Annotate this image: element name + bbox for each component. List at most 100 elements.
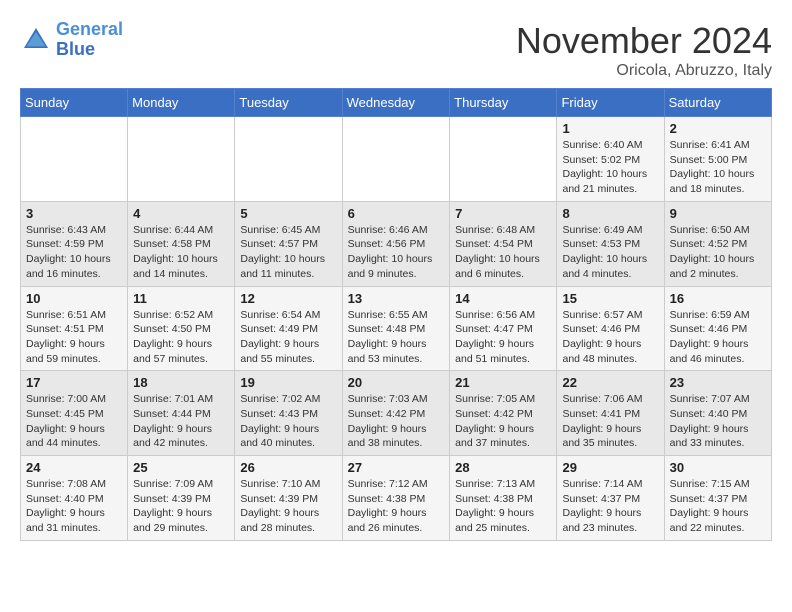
day-cell-w1-d3 — [342, 117, 450, 202]
day-cell-w3-d0: 10Sunrise: 6:51 AM Sunset: 4:51 PM Dayli… — [21, 286, 128, 371]
day-cell-w5-d1: 25 Sunrise: 7:09 AM Sunset: 4:39 PM Dayli… — [128, 456, 235, 541]
day-number: 8 — [562, 206, 658, 221]
header-tuesday: Tuesday — [235, 89, 342, 117]
day-number: 14 — [455, 291, 551, 306]
day-cell-w3-d1: 11Sunrise: 6:52 AM Sunset: 4:50 PM Dayli… — [128, 286, 235, 371]
week-row-4: 17 Sunrise: 7:00 AM Sunset: 4:45 PM Dayli… — [21, 371, 772, 456]
week-row-2: 3 Sunrise: 6:43 AM Sunset: 4:59 PM Daylig… — [21, 201, 772, 286]
week-row-5: 24 Sunrise: 7:08 AM Sunset: 4:40 PM Dayli… — [21, 456, 772, 541]
logo: General Blue — [20, 20, 123, 60]
header-monday: Monday — [128, 89, 235, 117]
day-cell-w1-d5: 1Sunrise: 6:40 AM Sunset: 5:02 PM Daylig… — [557, 117, 664, 202]
calendar-table: Sunday Monday Tuesday Wednesday Thursday… — [20, 88, 772, 541]
day-number: 15 — [562, 291, 658, 306]
day-cell-w5-d0: 24 Sunrise: 7:08 AM Sunset: 4:40 PM Dayli… — [21, 456, 128, 541]
header-sunday: Sunday — [21, 89, 128, 117]
day-cell-w2-d3: 6 Sunrise: 6:46 AM Sunset: 4:56 PM Daylig… — [342, 201, 450, 286]
day-detail: Sunrise: 7:07 AM Sunset: 4:40 PM Dayligh… — [670, 392, 766, 451]
logo-text: General Blue — [56, 20, 123, 60]
day-number: 19 — [240, 375, 336, 390]
day-number: 22 — [562, 375, 658, 390]
day-cell-w2-d0: 3 Sunrise: 6:43 AM Sunset: 4:59 PM Daylig… — [21, 201, 128, 286]
day-detail: Sunrise: 6:57 AM Sunset: 4:46 PM Dayligh… — [562, 308, 658, 367]
day-number: 4 — [133, 206, 229, 221]
day-cell-w1-d6: 2Sunrise: 6:41 AM Sunset: 5:00 PM Daylig… — [664, 117, 771, 202]
day-number: 5 — [240, 206, 336, 221]
day-detail: Sunrise: 7:14 AM Sunset: 4:37 PM Dayligh… — [562, 477, 658, 536]
day-cell-w4-d5: 22 Sunrise: 7:06 AM Sunset: 4:41 PM Dayli… — [557, 371, 664, 456]
calendar-header: Sunday Monday Tuesday Wednesday Thursday… — [21, 89, 772, 117]
logo-line2: Blue — [56, 39, 95, 59]
day-cell-w2-d2: 5 Sunrise: 6:45 AM Sunset: 4:57 PM Daylig… — [235, 201, 342, 286]
day-number: 30 — [670, 460, 766, 475]
day-detail: Sunrise: 7:08 AM Sunset: 4:40 PM Dayligh… — [26, 477, 122, 536]
day-number: 28 — [455, 460, 551, 475]
day-number: 17 — [26, 375, 122, 390]
day-cell-w4-d6: 23 Sunrise: 7:07 AM Sunset: 4:40 PM Dayli… — [664, 371, 771, 456]
logo-line1: General — [56, 19, 123, 39]
day-cell-w5-d3: 27Sunrise: 7:12 AM Sunset: 4:38 PM Dayli… — [342, 456, 450, 541]
day-number: 7 — [455, 206, 551, 221]
day-cell-w3-d2: 12 Sunrise: 6:54 AM Sunset: 4:49 PM Dayli… — [235, 286, 342, 371]
day-cell-w1-d0 — [21, 117, 128, 202]
day-cell-w3-d6: 16Sunrise: 6:59 AM Sunset: 4:46 PM Dayli… — [664, 286, 771, 371]
day-detail: Sunrise: 7:03 AM Sunset: 4:42 PM Dayligh… — [348, 392, 445, 451]
day-cell-w4-d3: 20 Sunrise: 7:03 AM Sunset: 4:42 PM Dayli… — [342, 371, 450, 456]
day-cell-w1-d4 — [450, 117, 557, 202]
day-detail: Sunrise: 6:50 AM Sunset: 4:52 PM Dayligh… — [670, 223, 766, 282]
day-detail: Sunrise: 6:48 AM Sunset: 4:54 PM Dayligh… — [455, 223, 551, 282]
day-cell-w4-d1: 18 Sunrise: 7:01 AM Sunset: 4:44 PM Dayli… — [128, 371, 235, 456]
day-number: 26 — [240, 460, 336, 475]
day-detail: Sunrise: 7:05 AM Sunset: 4:42 PM Dayligh… — [455, 392, 551, 451]
day-cell-w3-d5: 15 Sunrise: 6:57 AM Sunset: 4:46 PM Dayli… — [557, 286, 664, 371]
day-detail: Sunrise: 7:01 AM Sunset: 4:44 PM Dayligh… — [133, 392, 229, 451]
day-detail: Sunrise: 6:41 AM Sunset: 5:00 PM Dayligh… — [670, 138, 766, 197]
location: Oricola, Abruzzo, Italy — [516, 62, 772, 80]
day-number: 10 — [26, 291, 122, 306]
week-row-1: 1Sunrise: 6:40 AM Sunset: 5:02 PM Daylig… — [21, 117, 772, 202]
weekday-header-row: Sunday Monday Tuesday Wednesday Thursday… — [21, 89, 772, 117]
day-number: 27 — [348, 460, 445, 475]
day-detail: Sunrise: 7:09 AM Sunset: 4:39 PM Dayligh… — [133, 477, 229, 536]
day-detail: Sunrise: 6:46 AM Sunset: 4:56 PM Dayligh… — [348, 223, 445, 282]
day-number: 29 — [562, 460, 658, 475]
logo-icon — [20, 24, 52, 56]
day-cell-w4-d0: 17 Sunrise: 7:00 AM Sunset: 4:45 PM Dayli… — [21, 371, 128, 456]
day-detail: Sunrise: 7:00 AM Sunset: 4:45 PM Dayligh… — [26, 392, 122, 451]
day-cell-w4-d4: 21Sunrise: 7:05 AM Sunset: 4:42 PM Dayli… — [450, 371, 557, 456]
day-number: 20 — [348, 375, 445, 390]
header-wednesday: Wednesday — [342, 89, 450, 117]
day-detail: Sunrise: 6:44 AM Sunset: 4:58 PM Dayligh… — [133, 223, 229, 282]
day-detail: Sunrise: 6:43 AM Sunset: 4:59 PM Dayligh… — [26, 223, 122, 282]
header-saturday: Saturday — [664, 89, 771, 117]
day-cell-w1-d2 — [235, 117, 342, 202]
day-number: 3 — [26, 206, 122, 221]
day-number: 12 — [240, 291, 336, 306]
day-detail: Sunrise: 7:02 AM Sunset: 4:43 PM Dayligh… — [240, 392, 336, 451]
day-cell-w5-d6: 30 Sunrise: 7:15 AM Sunset: 4:37 PM Dayli… — [664, 456, 771, 541]
day-number: 18 — [133, 375, 229, 390]
day-cell-w3-d3: 13Sunrise: 6:55 AM Sunset: 4:48 PM Dayli… — [342, 286, 450, 371]
day-number: 24 — [26, 460, 122, 475]
day-detail: Sunrise: 6:45 AM Sunset: 4:57 PM Dayligh… — [240, 223, 336, 282]
day-detail: Sunrise: 6:52 AM Sunset: 4:50 PM Dayligh… — [133, 308, 229, 367]
day-number: 23 — [670, 375, 766, 390]
day-cell-w2-d5: 8Sunrise: 6:49 AM Sunset: 4:53 PM Daylig… — [557, 201, 664, 286]
day-number: 25 — [133, 460, 229, 475]
day-cell-w5-d5: 29 Sunrise: 7:14 AM Sunset: 4:37 PM Dayli… — [557, 456, 664, 541]
header-friday: Friday — [557, 89, 664, 117]
header: General Blue November 2024 Oricola, Abru… — [20, 20, 772, 80]
day-detail: Sunrise: 6:56 AM Sunset: 4:47 PM Dayligh… — [455, 308, 551, 367]
day-detail: Sunrise: 7:15 AM Sunset: 4:37 PM Dayligh… — [670, 477, 766, 536]
day-number: 1 — [562, 121, 658, 136]
day-cell-w5-d4: 28 Sunrise: 7:13 AM Sunset: 4:38 PM Dayli… — [450, 456, 557, 541]
day-detail: Sunrise: 7:13 AM Sunset: 4:38 PM Dayligh… — [455, 477, 551, 536]
day-detail: Sunrise: 6:54 AM Sunset: 4:49 PM Dayligh… — [240, 308, 336, 367]
day-number: 9 — [670, 206, 766, 221]
day-detail: Sunrise: 7:06 AM Sunset: 4:41 PM Dayligh… — [562, 392, 658, 451]
day-detail: Sunrise: 7:10 AM Sunset: 4:39 PM Dayligh… — [240, 477, 336, 536]
month-title: November 2024 — [516, 20, 772, 62]
day-number: 16 — [670, 291, 766, 306]
day-number: 6 — [348, 206, 445, 221]
day-cell-w2-d1: 4 Sunrise: 6:44 AM Sunset: 4:58 PM Daylig… — [128, 201, 235, 286]
